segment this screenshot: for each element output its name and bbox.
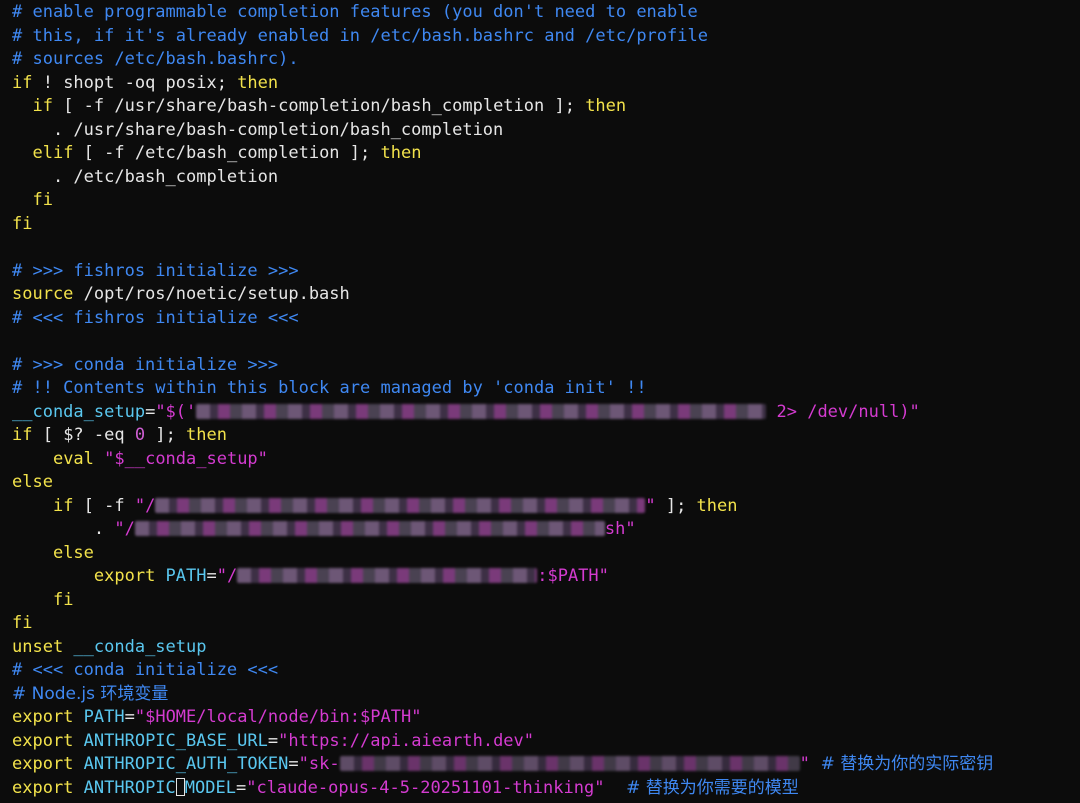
code-line: if [ -f "/" ]; then	[52, 495, 738, 516]
code-line: fi	[32, 190, 53, 210]
code-line: # !! Contents within this block are mana…	[12, 378, 647, 398]
text-cursor	[175, 777, 185, 796]
code-line: if [ $? -eq 0 ]; then	[12, 425, 227, 445]
code-line: # <<< conda initialize <<<	[12, 660, 279, 680]
code-line: if ! shopt -oq posix; then	[12, 72, 279, 93]
code-line: # >>> fishros initialize >>>	[12, 260, 299, 281]
code-line: # this, if it's already enabled in /etc/…	[12, 25, 708, 46]
code-line: fi	[12, 613, 33, 633]
code-line: unset __conda_setup	[12, 636, 207, 657]
code-line: fi	[52, 589, 74, 610]
code-line: export PATH="$HOME/local/node/bin:$PATH"	[12, 707, 422, 727]
redacted-path	[134, 521, 605, 536]
code-line: fi	[12, 213, 33, 234]
code-line: . /etc/bash_completion	[12, 166, 279, 187]
code-line: eval "$__conda_setup"	[52, 448, 268, 469]
code-line: # <<< fishros initialize <<<	[12, 307, 299, 328]
code-line: export ANTHROPIC_BASE_URL="https://api.a…	[12, 730, 535, 751]
code-line: . "/sh"	[93, 519, 636, 539]
code-line: export ANTHROPIC MODEL="claude-opus-4-5-2…	[12, 777, 799, 798]
code-line: # >>> conda initialize >>>	[12, 354, 279, 375]
code-line: __conda_setup="$(' 2> /dev/null)"	[12, 401, 920, 422]
code-line: source /opt/ros/noetic/setup.bash	[12, 284, 350, 304]
code-line: # sources /etc/bash.bashrc).	[12, 49, 299, 69]
code-line: elif [ -f /etc/bash_completion ]; then	[32, 143, 422, 163]
code-line: # enable programmable completion feature…	[12, 2, 698, 22]
code-line: else	[52, 542, 94, 563]
code-line: else	[12, 472, 53, 492]
redacted-token	[339, 756, 800, 771]
redacted-path	[196, 403, 767, 419]
redacted-path	[155, 497, 646, 513]
code-line: export PATH="/:$PATH"	[93, 566, 609, 586]
code-line: export ANTHROPIC_AUTH_TOKEN="sk- " # 替换为你…	[12, 754, 994, 774]
code-editor[interactable]: # enable programmable completion feature…	[12, 1, 1080, 800]
code-line: . /usr/share/bash-completion/bash_comple…	[12, 119, 504, 140]
redacted-path	[237, 568, 538, 583]
code-line: # Node.js 环境变量	[12, 683, 169, 704]
code-line: if [ -f /usr/share/bash-completion/bash_…	[32, 96, 627, 116]
